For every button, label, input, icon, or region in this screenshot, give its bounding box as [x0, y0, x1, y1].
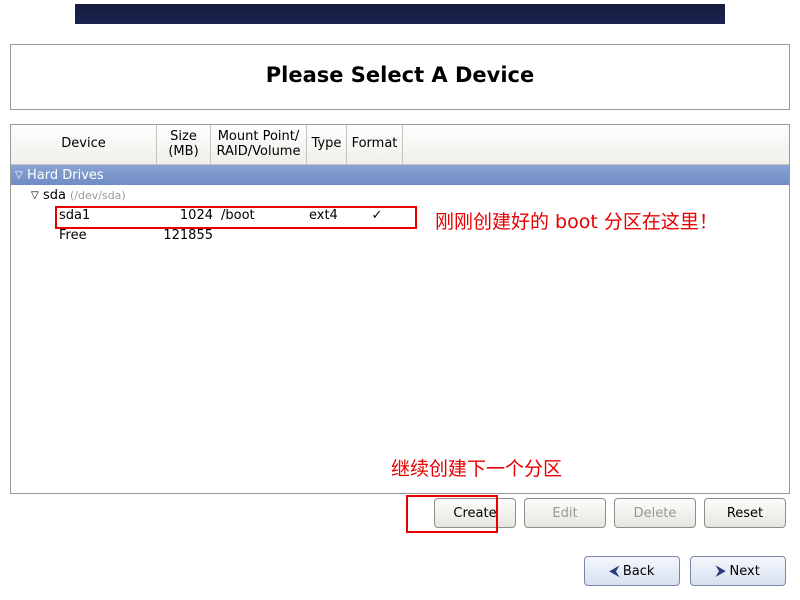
- disk-path: (/dev/sda): [70, 189, 126, 202]
- next-label: Next: [730, 564, 760, 579]
- col-format[interactable]: Format: [347, 125, 403, 164]
- annotation-next-partition: 继续创建下一个分区: [391, 454, 562, 481]
- col-type[interactable]: Type: [307, 125, 347, 164]
- device-table: Device Size (MB) Mount Point/ RAID/Volum…: [10, 124, 790, 494]
- back-label: Back: [623, 564, 655, 579]
- banner-stripe: [75, 4, 725, 24]
- cell-format: ✓: [351, 208, 403, 223]
- delete-button[interactable]: Delete: [614, 498, 696, 528]
- group-label: Hard Drives: [27, 168, 104, 183]
- back-button[interactable]: ⮜ Back: [584, 556, 680, 586]
- page-title: Please Select A Device: [266, 63, 534, 109]
- cell-size: 121855: [157, 228, 219, 243]
- annotation-boot-here: 刚刚创建好的 boot 分区在这里！: [435, 207, 718, 234]
- device-tree[interactable]: ▽ Hard Drives ▽ sda (/dev/sda) sda1 1024…: [11, 165, 789, 493]
- cell-size: 1024: [157, 208, 219, 223]
- reset-button[interactable]: Reset: [704, 498, 786, 528]
- disk-name: sda: [43, 188, 66, 203]
- col-size[interactable]: Size (MB): [157, 125, 211, 164]
- cell-device: sda1: [11, 208, 157, 223]
- expander-icon[interactable]: ▽: [15, 170, 27, 181]
- action-buttons: Create Edit Delete Reset: [10, 498, 790, 532]
- col-spacer: [403, 125, 789, 164]
- col-device[interactable]: Device: [11, 125, 157, 164]
- table-header: Device Size (MB) Mount Point/ RAID/Volum…: [11, 125, 789, 165]
- cell-device: Free: [11, 228, 157, 243]
- create-button[interactable]: Create: [434, 498, 516, 528]
- col-mount[interactable]: Mount Point/ RAID/Volume: [211, 125, 307, 164]
- expander-icon[interactable]: ▽: [31, 190, 43, 201]
- next-button[interactable]: ⮞ Next: [690, 556, 786, 586]
- cell-type: ext4: [307, 208, 351, 223]
- cell-mount: /boot: [219, 208, 307, 223]
- arrow-right-icon: ⮞: [716, 564, 725, 579]
- arrow-left-icon: ⮜: [610, 564, 619, 579]
- disk-sda[interactable]: ▽ sda (/dev/sda): [11, 185, 789, 205]
- title-frame: Please Select A Device: [10, 44, 790, 110]
- group-hard-drives[interactable]: ▽ Hard Drives: [11, 165, 789, 185]
- edit-button[interactable]: Edit: [524, 498, 606, 528]
- nav-buttons: ⮜ Back ⮞ Next: [584, 556, 786, 586]
- banner: [0, 0, 800, 38]
